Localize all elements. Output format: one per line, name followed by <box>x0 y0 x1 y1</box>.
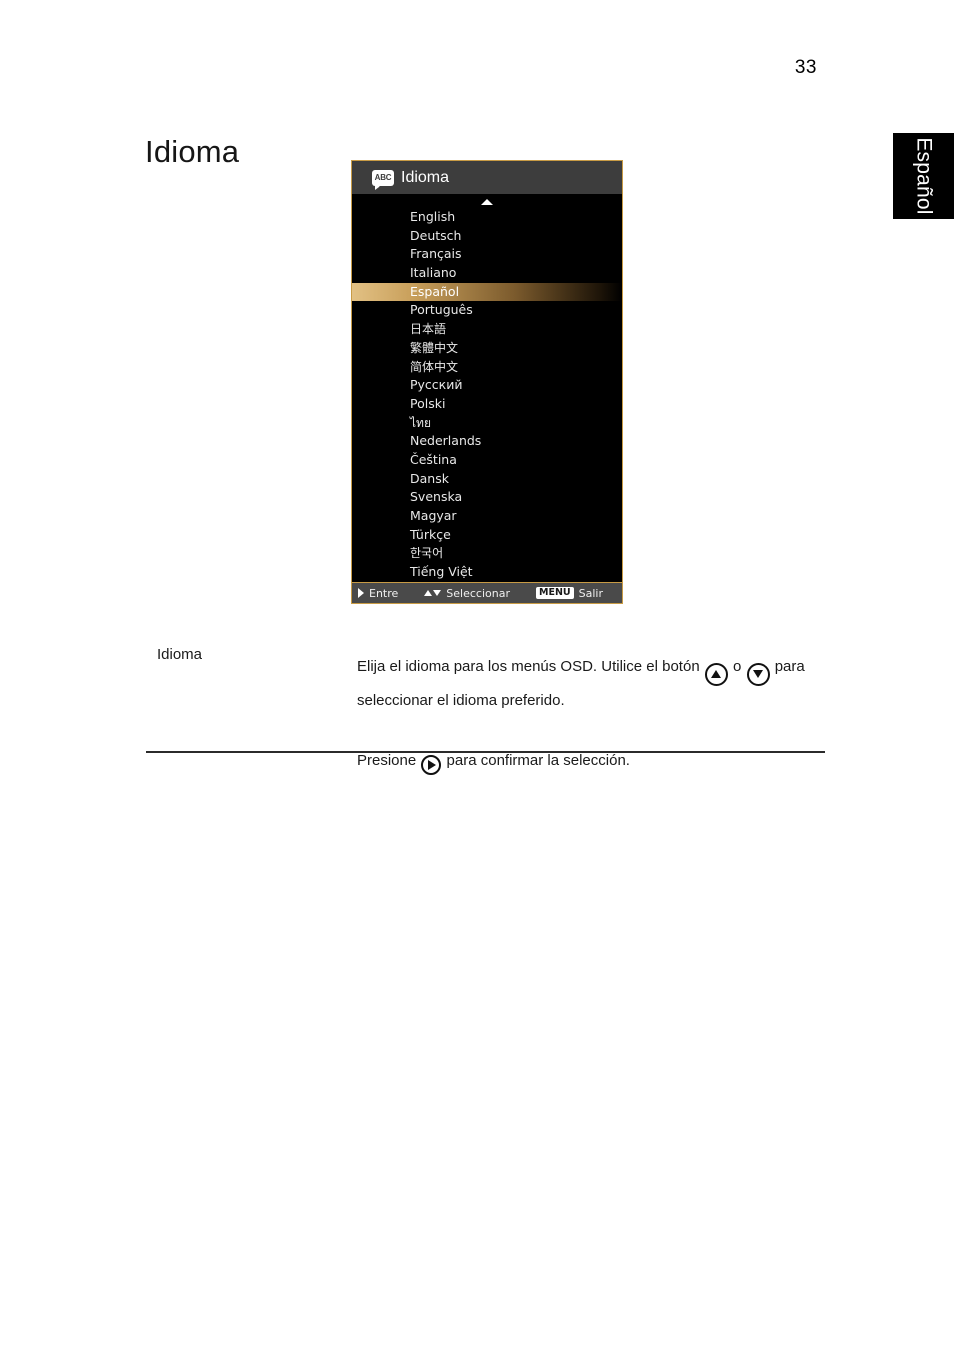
osd-title: Idioma <box>401 168 450 186</box>
language-list-item[interactable]: Русский <box>352 376 622 395</box>
footer-exit-hint: MENU Salir <box>536 587 603 600</box>
language-list: English Deutsch Français Italiano Español Por… <box>352 205 622 582</box>
abc-speech-bubble-icon: ABC <box>372 169 394 190</box>
description-text-3: Presione <box>357 751 417 769</box>
language-list-item[interactable]: Deutsch <box>352 227 622 246</box>
footer-enter-label: Entre <box>369 586 399 600</box>
setting-description: Elija el idioma para los menús OSD. Util… <box>357 652 827 776</box>
circled-triangle-up-icon <box>704 662 728 686</box>
language-list-item[interactable]: Português <box>352 301 622 320</box>
language-list-item[interactable]: Polski <box>352 395 622 414</box>
triangle-up-icon <box>424 590 433 596</box>
page-title: Idioma <box>145 133 240 169</box>
osd-footer: Entre Seleccionar MENU Salir <box>352 582 622 603</box>
circled-triangle-right-icon <box>421 754 442 775</box>
circled-triangle-down-icon <box>746 662 770 686</box>
setting-name-label: Idioma <box>157 646 203 663</box>
language-list-item[interactable]: 繁體中文 <box>352 339 622 358</box>
language-list-item[interactable]: Magyar <box>352 507 622 526</box>
description-paragraph-2: Presione para confirmar la selección. <box>357 746 827 776</box>
language-list-item[interactable]: Français <box>352 245 622 264</box>
osd-body: English Deutsch Français Italiano Español Por… <box>352 199 622 590</box>
language-list-item[interactable]: Tiếng Việt <box>352 563 622 582</box>
abc-icon-label: ABC <box>374 172 392 182</box>
language-list-item[interactable]: Dansk <box>352 470 622 489</box>
language-list-item[interactable]: Svenska <box>352 488 622 507</box>
description-text-1: Elija el idioma para los menús OSD. Util… <box>357 658 700 675</box>
triangle-down-icon <box>433 590 442 596</box>
language-list-item[interactable]: Español <box>352 282 622 302</box>
language-side-tab: Español <box>893 133 954 219</box>
language-list-item[interactable]: Türkçe <box>352 526 622 545</box>
language-list-item[interactable]: Nederlands <box>352 432 622 451</box>
language-list-item[interactable]: ไทย <box>352 414 622 433</box>
footer-select-label: Seleccionar <box>446 586 510 600</box>
triangle-right-icon <box>358 588 364 598</box>
side-tab-label: Español <box>912 137 936 215</box>
language-list-item[interactable]: 简体中文 <box>352 358 622 377</box>
language-list-item[interactable]: Čeština <box>352 451 622 470</box>
section-divider <box>146 751 825 753</box>
description-text-4: para confirmar la selección. <box>446 751 630 769</box>
language-list-item[interactable]: 日本語 <box>352 320 622 339</box>
language-list-item[interactable]: Italiano <box>352 264 622 283</box>
osd-screenshot-panel: ABC Idioma English Deutsch Français Italian… <box>351 160 623 604</box>
language-list-item[interactable]: 한국어 <box>352 544 622 563</box>
page-number: 33 <box>794 57 817 78</box>
language-list-item[interactable]: English <box>352 208 622 227</box>
footer-select-hint: Seleccionar <box>424 587 510 600</box>
footer-enter-hint: Entre <box>358 587 398 600</box>
description-paragraph-1: Elija el idioma para los menús OSD. Util… <box>357 652 827 716</box>
osd-header: ABC Idioma <box>352 161 622 194</box>
footer-exit-label: Salir <box>578 586 603 600</box>
description-or-label: o <box>733 658 742 675</box>
menu-key-badge: MENU <box>536 587 574 599</box>
